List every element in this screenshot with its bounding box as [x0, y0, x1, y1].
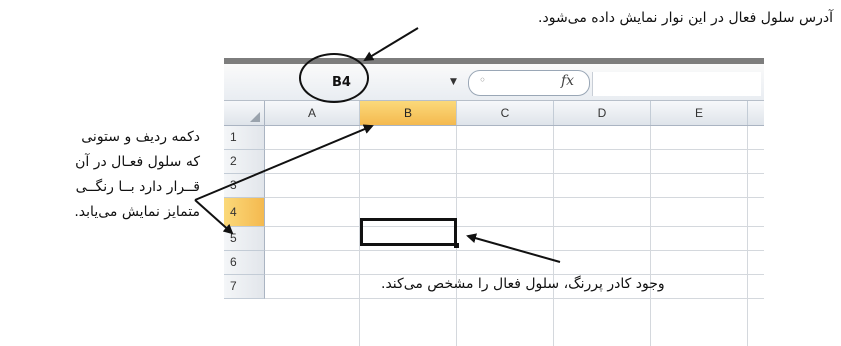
- chevron-down-icon[interactable]: ▼: [450, 77, 457, 87]
- column-header-d[interactable]: D: [554, 101, 651, 125]
- row-header-2[interactable]: 2: [224, 150, 265, 174]
- column-header-b[interactable]: B: [360, 101, 457, 125]
- formula-input[interactable]: [592, 72, 761, 96]
- formula-buttons: ◦ fx: [468, 70, 590, 96]
- column-header-c[interactable]: C: [457, 101, 554, 125]
- select-all-icon: [250, 112, 260, 122]
- annotation-left-line: متمایز نمایش می‌یابد.: [74, 204, 200, 220]
- spreadsheet-window: B 4 ▼ ◦ fx A B C D E 1 2 3 4 5 6 7: [224, 58, 764, 346]
- annotation-top: آدرس سلول فعال در این نوار نمایش داده می…: [538, 10, 833, 26]
- row-header-column: 1 2 3 4 5 6 7: [224, 126, 265, 346]
- row-header-7[interactable]: 7: [224, 275, 265, 299]
- cell-grid[interactable]: [265, 126, 764, 346]
- name-box-highlight-circle: [299, 53, 369, 103]
- annotation-left: دکمه ردیف و ستونی که سلول فعـال در آن قـ…: [74, 125, 200, 225]
- fill-handle[interactable]: [454, 243, 459, 248]
- row-header-1[interactable]: 1: [224, 126, 265, 150]
- row-header-4[interactable]: 4: [224, 198, 265, 227]
- column-header-row: A B C D E: [224, 101, 764, 126]
- column-header-e[interactable]: E: [651, 101, 748, 125]
- annotation-left-line: قــرار دارد بــا رنگــی: [75, 179, 200, 195]
- row-header-6[interactable]: 6: [224, 251, 265, 275]
- annotation-left-line: دکمه ردیف و ستونی: [81, 129, 200, 145]
- arrow-to-name-box: [363, 27, 419, 62]
- annotation-right: وجود کادر پررنگ، سلول فعال را مشخص می‌کن…: [381, 276, 665, 292]
- cancel-icon[interactable]: ◦: [479, 73, 486, 87]
- row-header-3[interactable]: 3: [224, 174, 265, 198]
- row-header-5[interactable]: 5: [224, 227, 265, 251]
- select-all-button[interactable]: [224, 101, 265, 125]
- active-cell-b4[interactable]: [360, 218, 459, 248]
- column-header-a[interactable]: A: [265, 101, 360, 125]
- annotation-left-line: که سلول فعـال در آن: [75, 154, 200, 170]
- insert-function-icon[interactable]: fx: [561, 73, 574, 89]
